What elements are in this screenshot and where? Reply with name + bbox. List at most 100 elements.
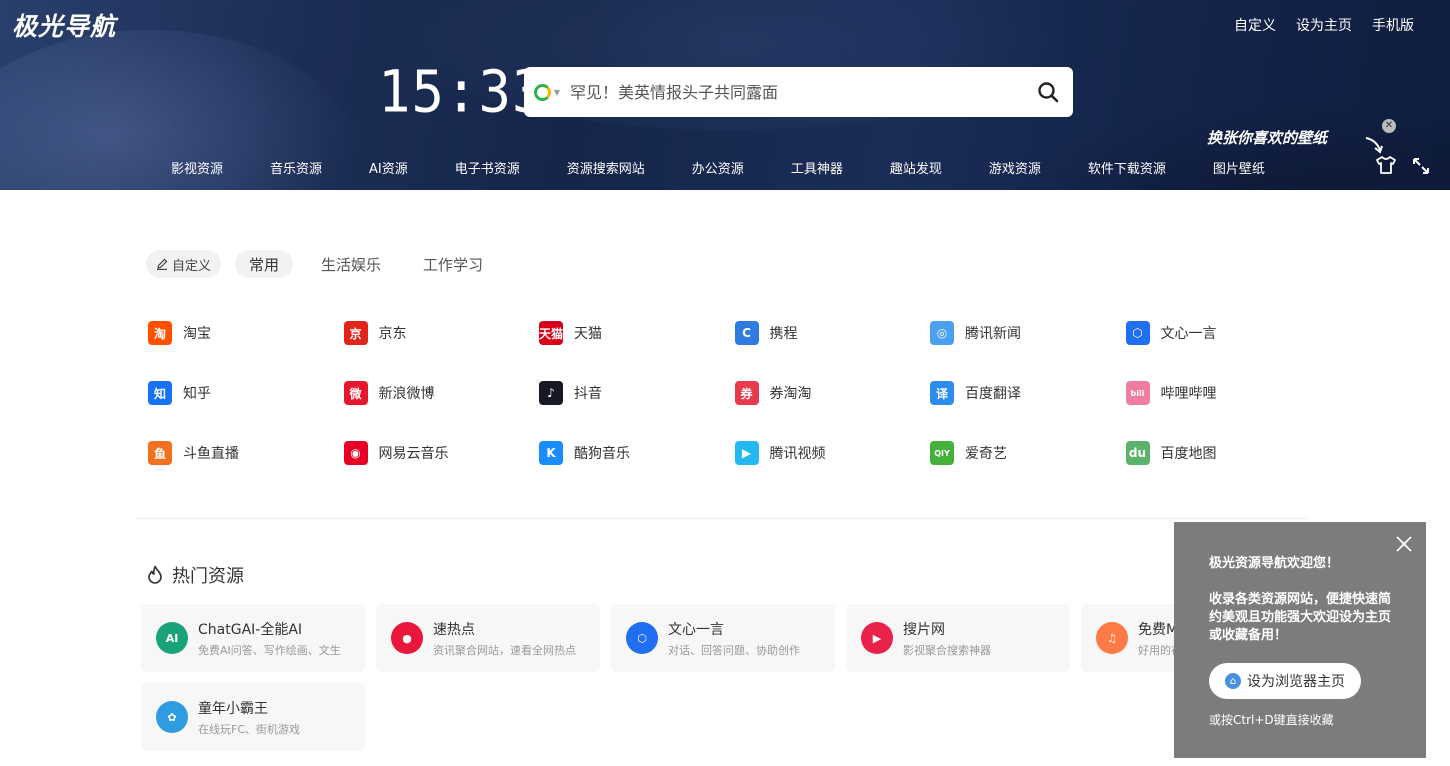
mp3-icon: ♫ xyxy=(1096,622,1128,654)
customize-button[interactable]: 自定义 xyxy=(146,250,222,278)
tab-work-study[interactable]: 工作学习 xyxy=(409,250,497,278)
card-text: 童年小霸王 在线玩FC、街机游戏 xyxy=(198,698,300,737)
hot-resource-card[interactable]: ⬡ 文心一言对话、回答问题、协助创作 xyxy=(611,604,835,672)
site-link[interactable]: du 百度地图 xyxy=(1125,440,1322,466)
shirt-icon[interactable] xyxy=(1375,155,1397,175)
site-link[interactable]: K 酷狗音乐 xyxy=(539,440,735,466)
category-link[interactable]: 影视资源 xyxy=(171,158,223,177)
kugou-icon: K xyxy=(539,441,563,465)
douyu-icon: 鱼 xyxy=(148,441,172,465)
category-link[interactable]: 软件下载资源 xyxy=(1088,158,1166,177)
site-name: 券淘淘 xyxy=(769,386,812,402)
card-title: 文心一言 xyxy=(668,621,724,638)
taobao-icon: 淘 xyxy=(148,321,172,345)
site-link[interactable]: ◎ 腾讯新闻 xyxy=(930,320,1126,346)
mobile-version-link[interactable]: 手机版 xyxy=(1372,15,1414,35)
hot-resource-card[interactable]: ✿ 童年小霸王 在线玩FC、街机游戏 xyxy=(141,683,365,751)
hot-resource-card[interactable]: AI ChatGAI-全能AI 免费AI问答、写作绘画、文生 xyxy=(141,604,365,672)
customize-link[interactable]: 自定义 xyxy=(1234,15,1276,35)
site-link[interactable]: C 携程 xyxy=(734,320,931,346)
tab-life-entertainment[interactable]: 生活娱乐 xyxy=(307,250,395,278)
site-name: 淘宝 xyxy=(183,326,211,342)
tab-bar: 自定义 常用 生活娱乐 工作学习 xyxy=(146,250,497,278)
hot-resource-card[interactable]: ● 速热点 资讯聚合网站，速看全网热点 xyxy=(376,604,600,672)
site-link[interactable]: 淘淘宝 xyxy=(148,320,344,346)
search-engine-icon xyxy=(533,83,551,101)
close-icon[interactable] xyxy=(1395,535,1413,553)
site-logo[interactable]: 极光导航 xyxy=(12,7,116,43)
ctrip-icon: C xyxy=(734,321,759,345)
category-link[interactable]: AI资源 xyxy=(369,158,408,177)
site-name: 斗鱼直播 xyxy=(183,446,239,462)
category-link[interactable]: 电子书资源 xyxy=(455,158,520,177)
site-name: 新浪微博 xyxy=(378,386,435,402)
douyin-icon: ♪ xyxy=(539,381,563,405)
site-name: 京东 xyxy=(378,326,407,342)
site-name: 知乎 xyxy=(183,386,211,402)
wenxin-icon: ⬡ xyxy=(1125,321,1150,345)
site-link[interactable]: 知知乎 xyxy=(148,380,344,406)
quantaotao-icon: 券 xyxy=(734,381,759,405)
site-grid: 淘淘宝京京东 天猫 天猫 C 携程 ◎ 腾讯新闻 ⬡ 文心一言知知乎微新浪微博 ♪ 抖音券券淘淘译百… xyxy=(148,320,1321,466)
site-link[interactable]: 京京东 xyxy=(343,320,540,346)
tencent-video-icon: ▶ xyxy=(734,441,759,465)
site-link[interactable]: ♪ 抖音 xyxy=(539,380,735,406)
iqiyi-icon: QIY xyxy=(930,441,954,465)
site-link[interactable]: 券券淘淘 xyxy=(734,380,931,406)
home-icon: ⌂ xyxy=(1225,673,1241,689)
close-icon[interactable]: ✕ xyxy=(1382,119,1396,133)
category-link[interactable]: 资源搜索网站 xyxy=(567,158,645,177)
wenxin-icon: ⬡ xyxy=(626,622,658,654)
set-homepage-button[interactable]: ⌂ 设为浏览器主页 xyxy=(1209,663,1361,699)
site-link[interactable]: ⬡ 文心一言 xyxy=(1125,320,1322,346)
card-text: 速热点 资讯聚合网站，速看全网热点 xyxy=(433,619,576,658)
card-title: 搜片网 xyxy=(903,621,945,638)
site-name: 哔哩哔哩 xyxy=(1160,386,1217,402)
arrow-icon xyxy=(1365,137,1383,154)
fire-icon xyxy=(148,565,162,584)
site-link[interactable]: 微新浪微博 xyxy=(343,380,540,406)
site-link[interactable]: 鱼斗鱼直播 xyxy=(148,440,344,466)
clock: 15:33 xyxy=(378,57,546,126)
search-input[interactable] xyxy=(570,82,1023,102)
card-title: 速热点 xyxy=(433,621,475,638)
card-title: ChatGAI-全能AI xyxy=(198,621,303,638)
site-link[interactable]: 译百度翻译 xyxy=(930,380,1126,406)
hot-resource-card[interactable]: ▶ 搜片网 影视聚合搜索神器 xyxy=(846,604,1070,672)
set-homepage-link[interactable]: 设为主页 xyxy=(1296,15,1352,35)
hot-section-title: 热门资源 xyxy=(146,562,244,588)
category-link[interactable]: 音乐资源 xyxy=(270,158,322,177)
card-text: 搜片网 影视聚合搜索神器 xyxy=(903,619,991,658)
weibo-icon: 微 xyxy=(343,381,368,405)
category-link[interactable]: 趣站发现 xyxy=(890,158,942,177)
category-link[interactable]: 工具神器 xyxy=(791,158,843,177)
search-button[interactable] xyxy=(1023,67,1073,117)
netease-music-icon: ◉ xyxy=(343,441,368,465)
wallpaper-tip: 换张你喜欢的壁纸 xyxy=(1207,129,1328,147)
card-description: 对话、回答问题、协助创作 xyxy=(668,643,800,657)
suredian-icon: ● xyxy=(391,622,423,654)
baidu-translate-icon: 译 xyxy=(930,381,954,405)
search-engine-selector[interactable]: ▼ xyxy=(524,67,570,117)
site-link[interactable]: 天猫 天猫 xyxy=(539,320,735,346)
fullscreen-icon[interactable] xyxy=(1411,156,1431,176)
card-text: 文心一言对话、回答问题、协助创作 xyxy=(668,619,800,658)
chatgai-icon: AI xyxy=(156,622,188,654)
bookmark-hint: 或按Ctrl+D键直接收藏 xyxy=(1209,713,1334,727)
chevron-down-icon: ▼ xyxy=(553,87,561,97)
tab-common[interactable]: 常用 xyxy=(235,250,294,278)
site-link[interactable]: bili 哔哩哔哩 xyxy=(1125,380,1322,406)
card-description: 免费AI问答、写作绘画、文生 xyxy=(198,643,341,657)
category-link[interactable]: 办公资源 xyxy=(692,158,744,177)
search-icon xyxy=(1038,82,1059,103)
category-link[interactable]: 游戏资源 xyxy=(989,158,1041,177)
site-link[interactable]: ◉ 网易云音乐 xyxy=(343,440,540,466)
card-text: ChatGAI-全能AI 免费AI问答、写作绘画、文生 xyxy=(198,619,341,658)
divider xyxy=(136,518,1308,519)
site-link[interactable]: ▶ 腾讯视频 xyxy=(734,440,931,466)
site-name: 抖音 xyxy=(574,386,602,402)
hot-title-label: 热门资源 xyxy=(172,566,244,587)
category-link[interactable]: 图片壁纸 xyxy=(1213,158,1265,177)
site-link[interactable]: QIY 爱奇艺 xyxy=(930,440,1126,466)
hot-resource-list: AI ChatGAI-全能AI 免费AI问答、写作绘画、文生 ● 速热点 资讯聚合网站，速… xyxy=(141,604,1305,751)
